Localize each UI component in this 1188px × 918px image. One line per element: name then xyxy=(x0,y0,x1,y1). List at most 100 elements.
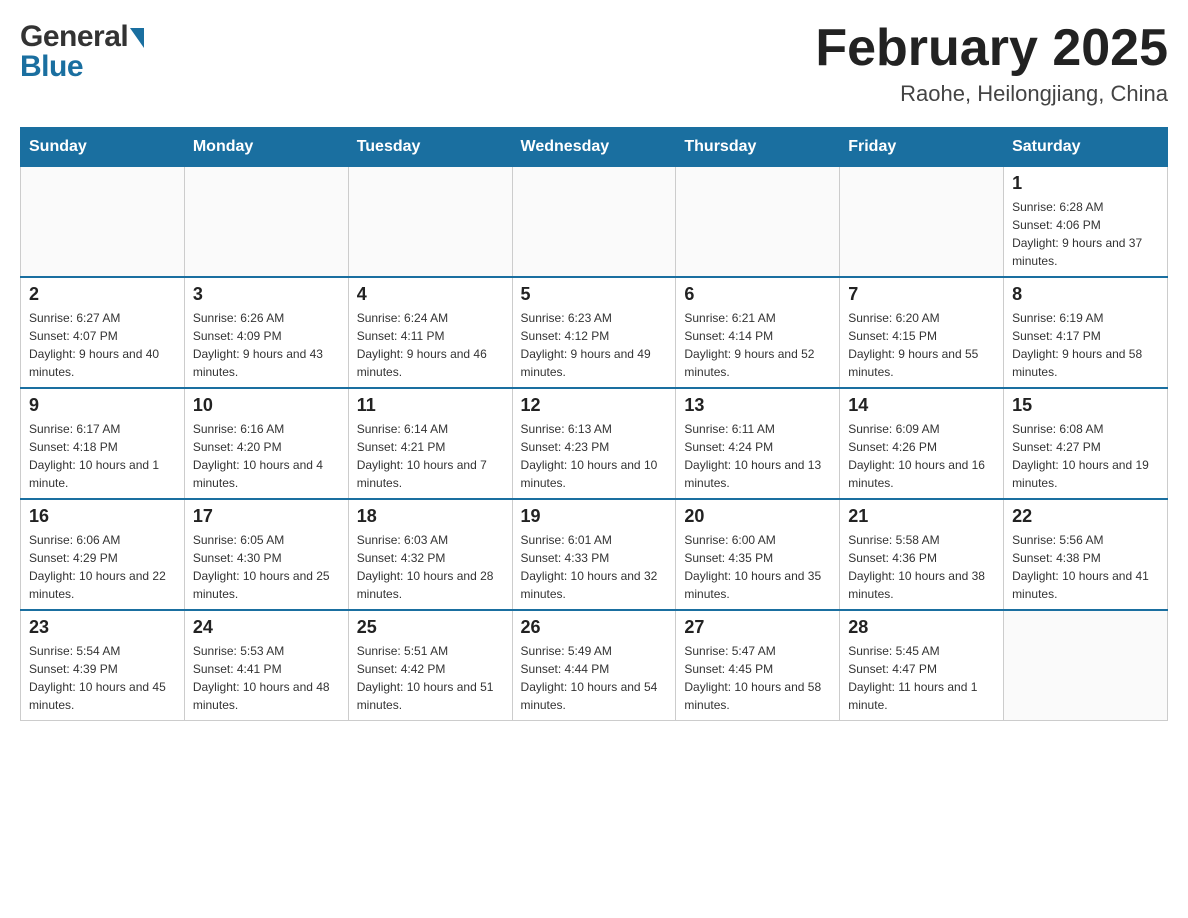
calendar-cell: 24Sunrise: 5:53 AMSunset: 4:41 PMDayligh… xyxy=(184,610,348,721)
day-number: 15 xyxy=(1012,395,1159,416)
calendar-table: SundayMondayTuesdayWednesdayThursdayFrid… xyxy=(20,127,1168,721)
day-number: 6 xyxy=(684,284,831,305)
calendar-subtitle: Raohe, Heilongjiang, China xyxy=(815,81,1168,107)
day-number: 28 xyxy=(848,617,995,638)
day-number: 9 xyxy=(29,395,176,416)
week-row-5: 23 Sunrise: 5:54 AMSunset: 4:39 PMDayligh… xyxy=(21,610,1168,721)
calendar-cell: 17 Sunrise: 6:05 AMSunset: 4:30 PMDayligh… xyxy=(184,499,348,610)
calendar-cell xyxy=(184,167,348,278)
calendar-cell xyxy=(1004,610,1168,721)
calendar-cell: 4 Sunrise: 6:24 AMSunset: 4:11 PMDaylight… xyxy=(348,277,512,388)
calendar-cell: 12Sunrise: 6:13 AMSunset: 4:23 PMDayligh… xyxy=(512,388,676,499)
week-row-1: 1Sunrise: 6:28 AMSunset: 4:06 PMDaylight… xyxy=(21,167,1168,278)
day-header-thursday: Thursday xyxy=(676,128,840,167)
day-number: 2 xyxy=(29,284,176,305)
calendar-cell xyxy=(512,167,676,278)
day-info: Sunrise: 6:24 AMSunset: 4:11 PMDaylight:… xyxy=(357,309,504,381)
day-info: Sunrise: 6:23 AMSunset: 4:12 PMDaylight:… xyxy=(521,309,668,381)
day-header-wednesday: Wednesday xyxy=(512,128,676,167)
day-info: Sunrise: 6:03 AMSunset: 4:32 PMDaylight:… xyxy=(357,531,504,603)
calendar-cell: 15 Sunrise: 6:08 AMSunset: 4:27 PMDayligh… xyxy=(1004,388,1168,499)
calendar-cell: 14Sunrise: 6:09 AMSunset: 4:26 PMDayligh… xyxy=(840,388,1004,499)
day-number: 23 xyxy=(29,617,176,638)
day-info: Sunrise: 6:13 AMSunset: 4:23 PMDaylight:… xyxy=(521,420,668,492)
day-header-saturday: Saturday xyxy=(1004,128,1168,167)
calendar-title: February 2025 xyxy=(815,20,1168,77)
day-number: 21 xyxy=(848,506,995,527)
day-number: 8 xyxy=(1012,284,1159,305)
calendar-cell: 28 Sunrise: 5:45 AMSunset: 4:47 PMDayligh… xyxy=(840,610,1004,721)
calendar-cell: 27 Sunrise: 5:47 AMSunset: 4:45 PMDayligh… xyxy=(676,610,840,721)
day-info: Sunrise: 6:00 AMSunset: 4:35 PMDaylight:… xyxy=(684,531,831,603)
day-info: Sunrise: 6:05 AMSunset: 4:30 PMDaylight:… xyxy=(193,531,340,603)
day-info: Sunrise: 6:16 AMSunset: 4:20 PMDaylight:… xyxy=(193,420,340,492)
week-row-4: 16 Sunrise: 6:06 AMSunset: 4:29 PMDayligh… xyxy=(21,499,1168,610)
calendar-cell: 11Sunrise: 6:14 AMSunset: 4:21 PMDayligh… xyxy=(348,388,512,499)
day-info: Sunrise: 5:51 AMSunset: 4:42 PMDaylight:… xyxy=(357,642,504,714)
day-number: 13 xyxy=(684,395,831,416)
calendar-cell xyxy=(676,167,840,278)
day-number: 20 xyxy=(684,506,831,527)
calendar-cell: 18 Sunrise: 6:03 AMSunset: 4:32 PMDayligh… xyxy=(348,499,512,610)
day-info: Sunrise: 6:01 AMSunset: 4:33 PMDaylight:… xyxy=(521,531,668,603)
calendar-cell: 8 Sunrise: 6:19 AMSunset: 4:17 PMDaylight… xyxy=(1004,277,1168,388)
week-row-2: 2 Sunrise: 6:27 AMSunset: 4:07 PMDaylight… xyxy=(21,277,1168,388)
day-info: Sunrise: 6:27 AMSunset: 4:07 PMDaylight:… xyxy=(29,309,176,381)
day-info: Sunrise: 6:06 AMSunset: 4:29 PMDaylight:… xyxy=(29,531,176,603)
calendar-cell: 21 Sunrise: 5:58 AMSunset: 4:36 PMDayligh… xyxy=(840,499,1004,610)
logo-blue-text: Blue xyxy=(20,50,83,84)
calendar-cell: 7 Sunrise: 6:20 AMSunset: 4:15 PMDaylight… xyxy=(840,277,1004,388)
day-number: 22 xyxy=(1012,506,1159,527)
calendar-cell: 3 Sunrise: 6:26 AMSunset: 4:09 PMDaylight… xyxy=(184,277,348,388)
day-number: 3 xyxy=(193,284,340,305)
day-info: Sunrise: 5:49 AMSunset: 4:44 PMDaylight:… xyxy=(521,642,668,714)
day-number: 10 xyxy=(193,395,340,416)
day-info: Sunrise: 6:21 AMSunset: 4:14 PMDaylight:… xyxy=(684,309,831,381)
day-number: 27 xyxy=(684,617,831,638)
day-info: Sunrise: 5:54 AMSunset: 4:39 PMDaylight:… xyxy=(29,642,176,714)
logo: General Blue xyxy=(20,20,144,84)
day-number: 7 xyxy=(848,284,995,305)
calendar-cell: 26 Sunrise: 5:49 AMSunset: 4:44 PMDayligh… xyxy=(512,610,676,721)
day-number: 11 xyxy=(357,395,504,416)
title-block: February 2025 Raohe, Heilongjiang, China xyxy=(815,20,1168,107)
calendar-cell: 5Sunrise: 6:23 AMSunset: 4:12 PMDaylight… xyxy=(512,277,676,388)
calendar-cell: 13 Sunrise: 6:11 AMSunset: 4:24 PMDayligh… xyxy=(676,388,840,499)
day-info: Sunrise: 5:45 AMSunset: 4:47 PMDaylight:… xyxy=(848,642,995,714)
logo-triangle-icon xyxy=(130,28,144,48)
day-info: Sunrise: 6:28 AMSunset: 4:06 PMDaylight:… xyxy=(1012,198,1159,270)
calendar-cell: 6 Sunrise: 6:21 AMSunset: 4:14 PMDaylight… xyxy=(676,277,840,388)
calendar-cell: 25 Sunrise: 5:51 AMSunset: 4:42 PMDayligh… xyxy=(348,610,512,721)
day-info: Sunrise: 6:11 AMSunset: 4:24 PMDaylight:… xyxy=(684,420,831,492)
calendar-cell: 9Sunrise: 6:17 AMSunset: 4:18 PMDaylight… xyxy=(21,388,185,499)
day-number: 14 xyxy=(848,395,995,416)
calendar-cell: 23 Sunrise: 5:54 AMSunset: 4:39 PMDayligh… xyxy=(21,610,185,721)
day-number: 25 xyxy=(357,617,504,638)
calendar-cell: 20 Sunrise: 6:00 AMSunset: 4:35 PMDayligh… xyxy=(676,499,840,610)
calendar-cell xyxy=(348,167,512,278)
week-row-3: 9Sunrise: 6:17 AMSunset: 4:18 PMDaylight… xyxy=(21,388,1168,499)
day-number: 18 xyxy=(357,506,504,527)
calendar-cell: 10 Sunrise: 6:16 AMSunset: 4:20 PMDayligh… xyxy=(184,388,348,499)
day-number: 17 xyxy=(193,506,340,527)
day-header-friday: Friday xyxy=(840,128,1004,167)
page-header: General Blue February 2025 Raohe, Heilon… xyxy=(20,20,1168,107)
day-number: 4 xyxy=(357,284,504,305)
calendar-cell: 19Sunrise: 6:01 AMSunset: 4:33 PMDayligh… xyxy=(512,499,676,610)
day-info: Sunrise: 5:47 AMSunset: 4:45 PMDaylight:… xyxy=(684,642,831,714)
day-header-monday: Monday xyxy=(184,128,348,167)
day-number: 16 xyxy=(29,506,176,527)
logo-general-text: General xyxy=(20,20,128,54)
day-info: Sunrise: 6:08 AMSunset: 4:27 PMDaylight:… xyxy=(1012,420,1159,492)
day-number: 26 xyxy=(521,617,668,638)
day-info: Sunrise: 6:26 AMSunset: 4:09 PMDaylight:… xyxy=(193,309,340,381)
calendar-cell xyxy=(21,167,185,278)
calendar-cell: 16 Sunrise: 6:06 AMSunset: 4:29 PMDayligh… xyxy=(21,499,185,610)
day-info: Sunrise: 6:19 AMSunset: 4:17 PMDaylight:… xyxy=(1012,309,1159,381)
day-header-tuesday: Tuesday xyxy=(348,128,512,167)
day-info: Sunrise: 6:20 AMSunset: 4:15 PMDaylight:… xyxy=(848,309,995,381)
calendar-cell: 1Sunrise: 6:28 AMSunset: 4:06 PMDaylight… xyxy=(1004,167,1168,278)
day-info: Sunrise: 5:58 AMSunset: 4:36 PMDaylight:… xyxy=(848,531,995,603)
calendar-cell: 22Sunrise: 5:56 AMSunset: 4:38 PMDayligh… xyxy=(1004,499,1168,610)
day-info: Sunrise: 5:53 AMSunset: 4:41 PMDaylight:… xyxy=(193,642,340,714)
